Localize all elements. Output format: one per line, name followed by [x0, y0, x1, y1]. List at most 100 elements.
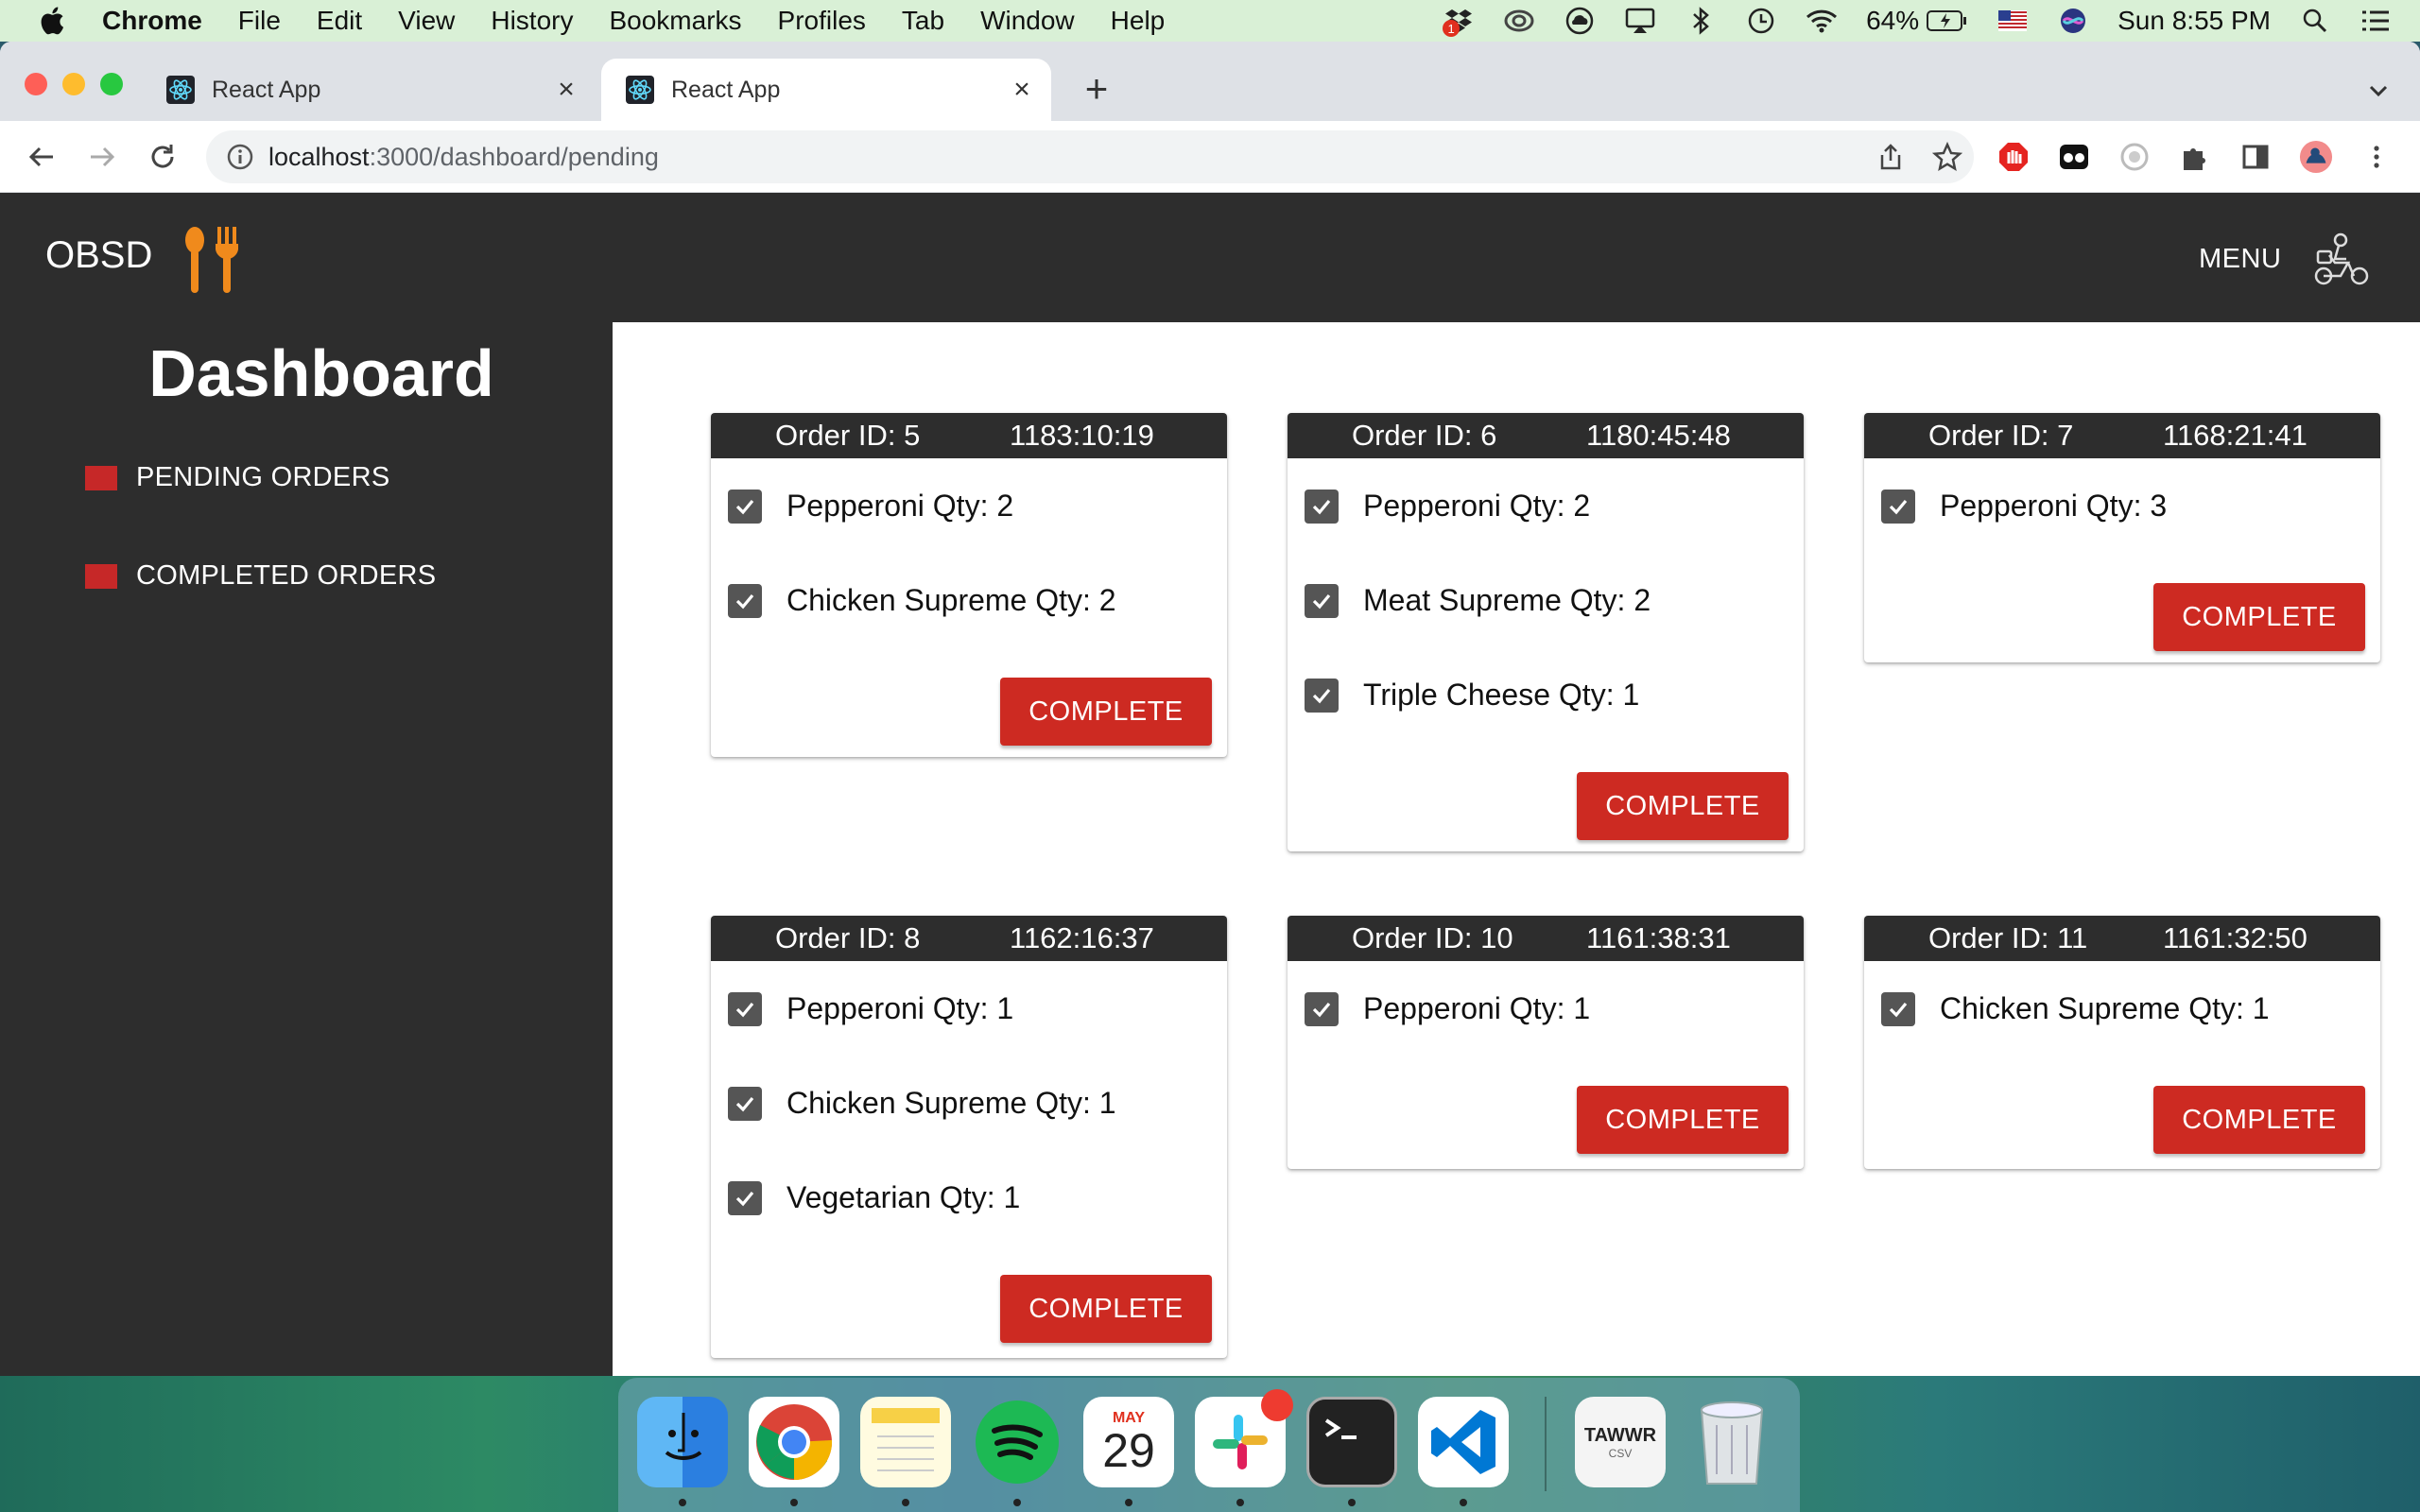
- menu-app-name[interactable]: Chrome: [102, 6, 202, 36]
- slack-icon[interactable]: [1195, 1389, 1293, 1487]
- mask-extension-icon[interactable]: [2057, 140, 2091, 174]
- airplay-icon[interactable]: [1624, 7, 1656, 35]
- menu-help[interactable]: Help: [1111, 6, 1166, 36]
- close-window-button[interactable]: [25, 73, 47, 95]
- notes-icon[interactable]: [860, 1397, 951, 1487]
- delivery-scooter-icon[interactable]: [2312, 231, 2371, 287]
- profile-avatar[interactable]: [2299, 140, 2333, 174]
- spotify-icon[interactable]: [972, 1397, 1063, 1487]
- order-item-label: Pepperoni Qty: 2: [1363, 489, 1591, 523]
- order-item[interactable]: Pepperoni Qty: 1: [1305, 991, 1590, 1026]
- order-id: Order ID: 7: [1928, 419, 2074, 452]
- order-item[interactable]: Meat Supreme Qty: 2: [1305, 583, 1651, 618]
- complete-order-button[interactable]: COMPLETE: [2153, 583, 2365, 651]
- creative-cloud-icon[interactable]: [1503, 7, 1535, 35]
- side-panel-icon[interactable]: [2238, 140, 2273, 174]
- trash-icon[interactable]: [1686, 1397, 1777, 1487]
- new-tab-button[interactable]: +: [1078, 66, 1115, 111]
- us-flag-icon[interactable]: [1996, 7, 2029, 35]
- menu-edit[interactable]: Edit: [317, 6, 362, 36]
- minimize-window-button[interactable]: [62, 73, 85, 95]
- adblock-extension-icon[interactable]: [1996, 140, 2031, 174]
- bluetooth-icon[interactable]: [1685, 7, 1717, 35]
- order-item-label: Pepperoni Qty: 2: [786, 489, 1014, 523]
- dock-separator: [1545, 1397, 1547, 1491]
- forward-button[interactable]: [85, 140, 119, 174]
- sidebar-item-pending-orders[interactable]: PENDING ORDERS: [85, 462, 389, 493]
- menu-view[interactable]: View: [398, 6, 455, 36]
- complete-order-button[interactable]: COMPLETE: [1000, 1275, 1212, 1343]
- menu-window[interactable]: Window: [980, 6, 1075, 36]
- order-item[interactable]: Vegetarian Qty: 1: [728, 1180, 1020, 1215]
- file-extension: CSV: [1608, 1446, 1633, 1460]
- back-button[interactable]: [25, 140, 59, 174]
- close-tab-icon[interactable]: ×: [1008, 74, 1036, 105]
- checkbox-checked-icon[interactable]: [728, 991, 762, 1026]
- chevron-down-icon[interactable]: [2363, 76, 2394, 106]
- checkbox-checked-icon[interactable]: [728, 583, 762, 618]
- apple-icon[interactable]: [38, 5, 70, 37]
- battery-percentage: 64%: [1866, 6, 1920, 35]
- order-item[interactable]: Chicken Supreme Qty: 1: [1881, 991, 2270, 1026]
- csv-file-icon[interactable]: TAWWR CSV: [1575, 1397, 1666, 1487]
- zoom-window-button[interactable]: [100, 73, 123, 95]
- control-center-icon[interactable]: [2360, 7, 2392, 35]
- wifi-icon[interactable]: [1806, 7, 1838, 35]
- sidebar-item-completed-orders[interactable]: COMPLETED ORDERS: [85, 560, 436, 592]
- order-item[interactable]: Triple Cheese Qty: 1: [1305, 678, 1639, 713]
- order-item[interactable]: Chicken Supreme Qty: 1: [728, 1086, 1116, 1121]
- order-card-header: Order ID: 5 1183:10:19: [711, 413, 1227, 458]
- terminal-icon[interactable]: [1306, 1397, 1397, 1487]
- vscode-icon[interactable]: [1418, 1397, 1509, 1487]
- menu-clock[interactable]: Sun 8:55 PM: [2118, 6, 2271, 36]
- complete-order-button[interactable]: COMPLETE: [2153, 1086, 2365, 1154]
- menu-bookmarks[interactable]: Bookmarks: [609, 6, 741, 36]
- menu-button[interactable]: MENU: [2199, 244, 2281, 275]
- time-machine-icon[interactable]: [1745, 7, 1777, 35]
- order-item[interactable]: Pepperoni Qty: 2: [1305, 489, 1590, 524]
- cloud-icon[interactable]: [1564, 7, 1596, 35]
- siri-icon[interactable]: [2057, 7, 2089, 35]
- menu-profiles[interactable]: Profiles: [778, 6, 866, 36]
- finder-icon[interactable]: [637, 1397, 728, 1487]
- complete-order-button[interactable]: COMPLETE: [1577, 772, 1789, 840]
- brand-name[interactable]: OBSD: [45, 234, 152, 277]
- bookmark-star-icon[interactable]: [1932, 142, 1962, 172]
- checkbox-checked-icon[interactable]: [1305, 489, 1339, 524]
- checkbox-checked-icon[interactable]: [1305, 991, 1339, 1026]
- checkbox-checked-icon[interactable]: [728, 1180, 762, 1215]
- complete-order-button[interactable]: COMPLETE: [1000, 678, 1212, 746]
- battery-icon[interactable]: [1927, 7, 1968, 35]
- app-header: OBSD MENU: [0, 193, 2420, 322]
- puzzle-extensions-icon[interactable]: [2178, 140, 2212, 174]
- dropbox-icon[interactable]: 1: [1443, 7, 1475, 37]
- chrome-icon[interactable]: [749, 1397, 839, 1487]
- share-icon[interactable]: [1876, 142, 1906, 172]
- order-item[interactable]: Pepperoni Qty: 1: [728, 991, 1013, 1026]
- checkbox-checked-icon[interactable]: [1305, 583, 1339, 618]
- close-tab-icon[interactable]: ×: [552, 74, 580, 105]
- menu-file[interactable]: File: [238, 6, 281, 36]
- checkbox-checked-icon[interactable]: [1881, 489, 1915, 524]
- spotlight-search-icon[interactable]: [2299, 7, 2331, 35]
- calendar-icon[interactable]: MAY 29: [1083, 1397, 1174, 1487]
- browser-tab-2[interactable]: React App ×: [601, 59, 1051, 121]
- menu-tab[interactable]: Tab: [902, 6, 944, 36]
- checkbox-checked-icon[interactable]: [728, 1086, 762, 1121]
- order-item-label: Chicken Supreme Qty: 1: [1940, 991, 2270, 1025]
- menu-history[interactable]: History: [491, 6, 573, 36]
- checkbox-checked-icon[interactable]: [1305, 678, 1339, 713]
- info-icon[interactable]: [225, 142, 255, 172]
- checkbox-checked-icon[interactable]: [728, 489, 762, 524]
- order-item[interactable]: Pepperoni Qty: 2: [728, 489, 1013, 524]
- order-item-label: Chicken Supreme Qty: 2: [786, 583, 1116, 617]
- reload-button[interactable]: [146, 140, 180, 174]
- order-item[interactable]: Pepperoni Qty: 3: [1881, 489, 2167, 524]
- order-item[interactable]: Chicken Supreme Qty: 2: [728, 583, 1116, 618]
- browser-tab-1[interactable]: React App ×: [142, 59, 596, 121]
- complete-order-button[interactable]: COMPLETE: [1577, 1086, 1789, 1154]
- address-bar[interactable]: localhost:3000/dashboard/pending: [206, 130, 1974, 183]
- circle-extension-icon[interactable]: [2118, 140, 2152, 174]
- more-options-icon[interactable]: [2360, 140, 2394, 174]
- checkbox-checked-icon[interactable]: [1881, 991, 1915, 1026]
